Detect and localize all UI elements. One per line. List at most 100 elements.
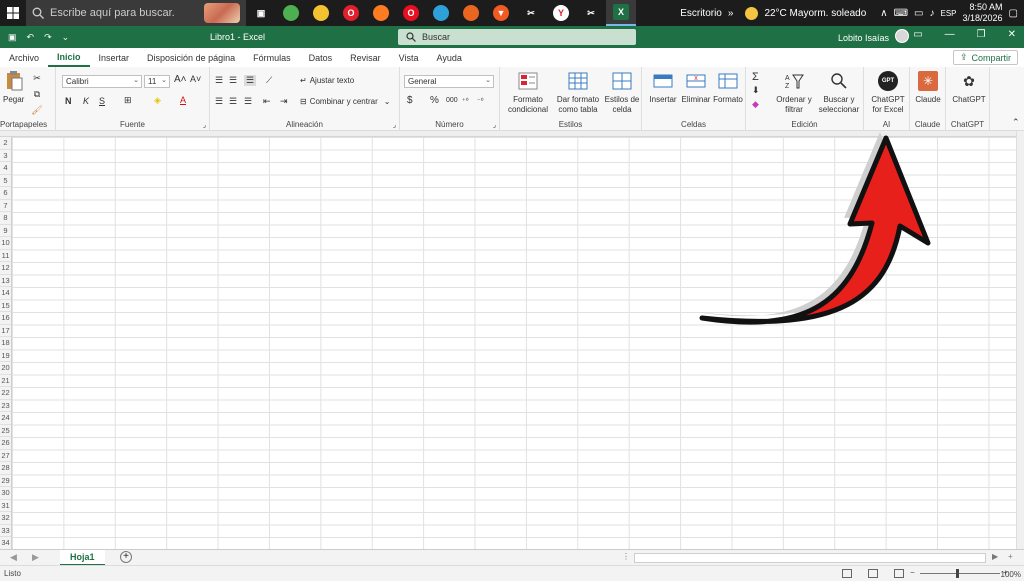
start-button[interactable] <box>0 0 26 26</box>
row-header[interactable]: 21 <box>0 375 11 387</box>
next-sheet-icon[interactable]: ▶ <box>32 552 39 563</box>
row-header[interactable]: 31 <box>0 500 11 512</box>
notifications-icon[interactable]: ▢ <box>1009 8 1018 19</box>
font-color-icon[interactable]: A <box>180 95 186 105</box>
number-format-select[interactable]: General ⌄ <box>404 75 494 88</box>
row-header[interactable]: 34 <box>0 537 11 549</box>
taskbar-app-firefox-alt[interactable] <box>456 0 486 26</box>
tab-disposición-de-página[interactable]: Disposición de página <box>138 48 244 67</box>
row-header[interactable]: 9 <box>0 225 11 237</box>
taskbar-app-capcut[interactable]: ✂ <box>516 0 546 26</box>
sort-filter-button[interactable]: AZ Ordenar y filtrar <box>774 71 814 115</box>
restore-icon[interactable]: ❐ <box>977 29 986 40</box>
tab-archivo[interactable]: Archivo <box>0 48 48 67</box>
keyboard-icon[interactable]: ⌨ <box>894 8 908 19</box>
borders-icon[interactable]: ⊞ <box>124 95 132 106</box>
minimize-icon[interactable]: — <box>945 29 955 40</box>
row-header[interactable]: 14 <box>0 287 11 300</box>
customize-toolbar-icon[interactable]: ⌄ <box>62 32 70 43</box>
align-middle-icon[interactable]: ☰ <box>229 75 237 86</box>
find-select-button[interactable]: Buscar y seleccionar <box>814 71 864 115</box>
fill-icon[interactable]: ⬇ <box>752 85 760 96</box>
taskbar-app-opera-gx[interactable]: O <box>336 0 366 26</box>
page-break-icon[interactable] <box>894 569 904 578</box>
tab-ayuda[interactable]: Ayuda <box>428 48 471 67</box>
tab-inicio[interactable]: Inicio <box>48 48 90 67</box>
row-header[interactable]: 32 <box>0 512 11 525</box>
zoom-thumb[interactable] <box>956 569 959 578</box>
row-header[interactable]: 26 <box>0 437 11 450</box>
collapse-ribbon-icon[interactable]: ⌃ <box>1012 117 1020 128</box>
increase-decimal-icon[interactable]: ⁺⁰ <box>462 97 469 105</box>
row-header[interactable]: 6 <box>0 187 11 200</box>
insert-cells-button[interactable]: Insertar <box>648 71 678 105</box>
normal-view-icon[interactable] <box>842 569 852 578</box>
row-header[interactable]: 33 <box>0 525 11 537</box>
align-bottom-icon[interactable]: ☰ <box>244 75 257 86</box>
row-header[interactable]: 17 <box>0 325 11 337</box>
tab-splitter-icon[interactable]: ⋮ <box>622 552 630 561</box>
wrap-text-button[interactable]: ↵ Ajustar texto <box>300 76 354 85</box>
delete-cells-button[interactable]: x Eliminar <box>680 71 712 105</box>
row-header[interactable]: 8 <box>0 212 11 225</box>
numero-launcher-icon[interactable]: ⌟ <box>493 121 496 129</box>
redo-icon[interactable]: ↷ <box>44 32 52 43</box>
scroll-right-icon[interactable]: ▶ <box>992 552 998 561</box>
claude-button[interactable]: ✳ Claude <box>912 71 944 105</box>
format-as-table-button[interactable]: Dar formato como tabla <box>554 71 602 115</box>
currency-button[interactable]: $ <box>407 95 413 106</box>
taskbar-search[interactable]: Escribe aquí para buscar. <box>26 0 246 26</box>
row-header[interactable]: 15 <box>0 300 11 312</box>
tray-chevron-icon[interactable]: ∧ <box>880 8 887 19</box>
bold-button[interactable]: N <box>65 96 72 106</box>
language-indicator[interactable]: ESP <box>940 9 956 18</box>
row-header[interactable]: 3 <box>0 150 11 162</box>
fill-color-icon[interactable]: ◈ <box>154 95 161 106</box>
underline-button[interactable]: S <box>99 96 105 106</box>
taskbar-app-excel[interactable]: X <box>606 0 636 26</box>
tab-insertar[interactable]: Insertar <box>90 48 139 67</box>
align-left-icon[interactable]: ☰ <box>215 96 223 107</box>
row-header[interactable]: 16 <box>0 312 11 325</box>
vertical-scrollbar[interactable] <box>1016 131 1024 549</box>
zoom-slider[interactable] <box>920 573 1000 574</box>
taskbar-app-yandex[interactable]: Y <box>546 0 576 26</box>
row-header[interactable]: 10 <box>0 237 11 250</box>
row-header[interactable]: 19 <box>0 350 11 362</box>
share-button[interactable]: ⇪ Compartir <box>952 50 1018 65</box>
tab-vista[interactable]: Vista <box>390 48 428 67</box>
add-sheet-button[interactable]: + <box>120 551 132 563</box>
add-icon[interactable]: + <box>1008 552 1013 561</box>
zoom-out-icon[interactable]: − <box>910 568 915 577</box>
account[interactable]: Lobito Isaías <box>838 29 910 43</box>
excel-search-box[interactable]: Buscar <box>398 29 636 45</box>
row-header[interactable]: 25 <box>0 425 11 437</box>
sheet-tab-hoja1[interactable]: Hoja1 <box>60 550 105 566</box>
network-icon[interactable]: ▭ <box>914 8 923 19</box>
alineacion-launcher-icon[interactable]: ⌟ <box>393 121 396 129</box>
decrease-indent-icon[interactable]: ⇤ <box>263 96 271 107</box>
orientation-icon[interactable]: ⟋ <box>266 75 272 86</box>
decrease-font-icon[interactable]: A˅ <box>190 74 201 84</box>
taskbar-app-chrome[interactable] <box>276 0 306 26</box>
format-cells-button[interactable]: Formato <box>712 71 744 105</box>
prev-sheet-icon[interactable]: ◀ <box>10 552 17 563</box>
row-header[interactable]: 11 <box>0 250 11 262</box>
percent-button[interactable]: % <box>430 95 439 106</box>
taskbar-app-firefox[interactable] <box>366 0 396 26</box>
taskbar-app-edge[interactable] <box>426 0 456 26</box>
volume-icon[interactable]: ♪ <box>929 8 934 19</box>
tab-datos[interactable]: Datos <box>300 48 342 67</box>
clock[interactable]: 8:50 AM 3/18/2026 <box>963 2 1003 24</box>
fuente-launcher-icon[interactable]: ⌟ <box>203 121 206 129</box>
conditional-format-button[interactable]: Formato condicional <box>504 71 552 115</box>
copy-icon[interactable]: ⧉ <box>30 87 44 101</box>
taskbar-app-file-explorer[interactable] <box>306 0 336 26</box>
tab-fórmulas[interactable]: Fórmulas <box>244 48 300 67</box>
horizontal-scrollbar[interactable] <box>634 553 986 563</box>
align-right-icon[interactable]: ☰ <box>244 96 252 107</box>
cut-icon[interactable]: ✂ <box>30 71 44 85</box>
row-header[interactable]: 18 <box>0 337 11 350</box>
weather-text[interactable]: 22°C Mayorm. soleado <box>764 8 866 19</box>
taskbar-app-capcut-alt[interactable]: ✂ <box>576 0 606 26</box>
